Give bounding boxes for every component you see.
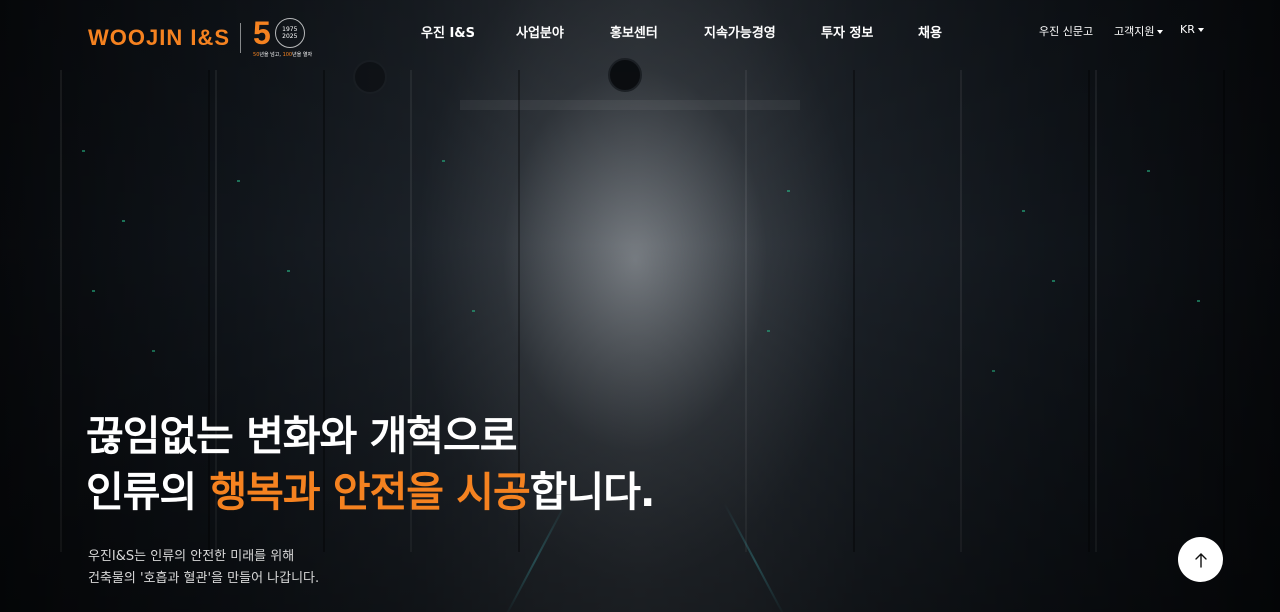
headline-line-1: 끊임없는 변화와 개혁으로 [86, 412, 517, 460]
nav-item-about[interactable]: 우진 I&S [421, 22, 475, 41]
logo-wordmark: WOOJIN I&S [88, 25, 231, 50]
anniversary-emblem: 5 1975 2025 50년을 넘고, 100년을 열자 [253, 15, 313, 58]
seal-year-end: 2025 [282, 33, 298, 40]
scroll-top-button[interactable] [1178, 537, 1223, 582]
logo-divider [240, 23, 242, 53]
headline-accent: 행복과 안전을 시공 [209, 468, 530, 516]
language-label: KR [1180, 23, 1195, 36]
anniversary-seal: 1975 2025 [274, 18, 305, 48]
subtext-line-1: 우진I&S는 인류의 안전한 미래를 위해 [88, 549, 295, 564]
caret-down-icon [1197, 28, 1204, 32]
nav-item-sustainability[interactable]: 지속가능경영 [704, 22, 776, 41]
language-selector[interactable]: KR [1180, 23, 1204, 36]
hero-subtext: 우진I&S는 인류의 안전한 미래를 위해 건축물의 '호흡과 혈관'을 만들어… [88, 546, 319, 590]
hero-headline: 끊임없는 변화와 개혁으로 인류의 행복과 안전을 시공합니다. [86, 408, 655, 520]
headline-line-2-pre: 인류의 [86, 468, 210, 516]
seal-year-start: 1975 [282, 26, 298, 33]
nav-item-business[interactable]: 사업분야 [516, 22, 564, 41]
report-link[interactable]: 우진 신문고 [1039, 23, 1093, 39]
nav-item-careers[interactable]: 채용 [918, 22, 942, 41]
headline-line-2-post: 합니다. [529, 468, 656, 516]
arrow-up-icon [1194, 552, 1207, 568]
subtext-line-2: 건축물의 '호흡과 혈관'을 만들어 나갑니다. [88, 571, 320, 586]
anniversary-number: 5 [253, 15, 271, 51]
logo[interactable]: WOOJIN I&S 5 1975 2025 50년을 넘고, 100년을 열자 [88, 15, 313, 58]
hero-overlay [0, 0, 1280, 612]
support-label: 고객지원 [1114, 25, 1155, 38]
site-header: WOOJIN I&S 5 1975 2025 50년을 넘고, 100년을 열자… [0, 0, 1280, 64]
support-dropdown[interactable]: 고객지원 [1114, 23, 1164, 39]
nav-item-investor[interactable]: 투자 정보 [821, 22, 873, 41]
anniversary-tagline: 50년을 넘고, 100년을 열자 [253, 52, 313, 58]
nav-item-pr-center[interactable]: 홍보센터 [610, 22, 658, 41]
caret-down-icon [1157, 30, 1164, 34]
